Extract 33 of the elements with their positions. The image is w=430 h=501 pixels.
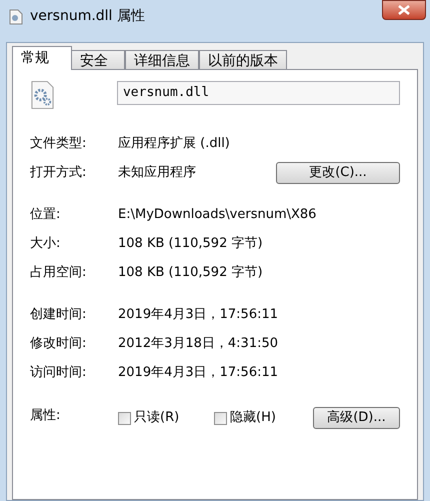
property-label: 打开方式: [30, 164, 88, 182]
checkbox[interactable] [118, 412, 131, 424]
property-value: 2019年4月3日，17:56:11 [118, 306, 280, 324]
property-value: E:\MyDownloads\versnum\X86 [118, 206, 318, 224]
checkbox-label: 隐藏(H) [230, 409, 276, 428]
property-label: 访问时间: [30, 364, 88, 382]
property-value: 2012年3月18日，4:31:50 [118, 334, 280, 353]
tab[interactable]: 常规 [12, 46, 72, 70]
property-label: 文件类型: [30, 134, 88, 153]
attributes-label: 属性: [30, 407, 62, 425]
tab[interactable]: 详细信息 [125, 50, 199, 70]
gear-file-icon [30, 80, 55, 110]
property-value: 108 KB (110,592 字节) [118, 264, 264, 282]
property-label: 占用空间: [30, 264, 88, 282]
property-label: 位置: [30, 206, 62, 224]
window-title: versnum.dll 属性 [30, 7, 145, 26]
dialog-button[interactable]: 高级(D)... [313, 407, 400, 429]
property-value: 未知应用程序 [118, 164, 197, 182]
property-value: 应用程序扩展 (.dll) [118, 134, 231, 153]
tab[interactable]: 以前的版本 [199, 50, 287, 70]
checkbox-label: 只读(R) [134, 409, 180, 428]
property-label: 创建时间: [30, 306, 88, 324]
property-label: 大小: [30, 234, 62, 253]
property-label: 修改时间: [30, 334, 88, 353]
checkbox[interactable] [214, 412, 227, 424]
file-name-field[interactable]: versnum.dll [116, 81, 400, 105]
tab[interactable]: 安全 [71, 50, 125, 70]
dialog-button[interactable]: 更改(C)... [276, 162, 400, 184]
file-icon [9, 9, 23, 25]
property-value: 108 KB (110,592 字节) [118, 234, 264, 253]
close-button[interactable] [382, 0, 426, 20]
property-value: 2019年4月3日，17:56:11 [118, 364, 280, 382]
close-icon [398, 5, 410, 15]
